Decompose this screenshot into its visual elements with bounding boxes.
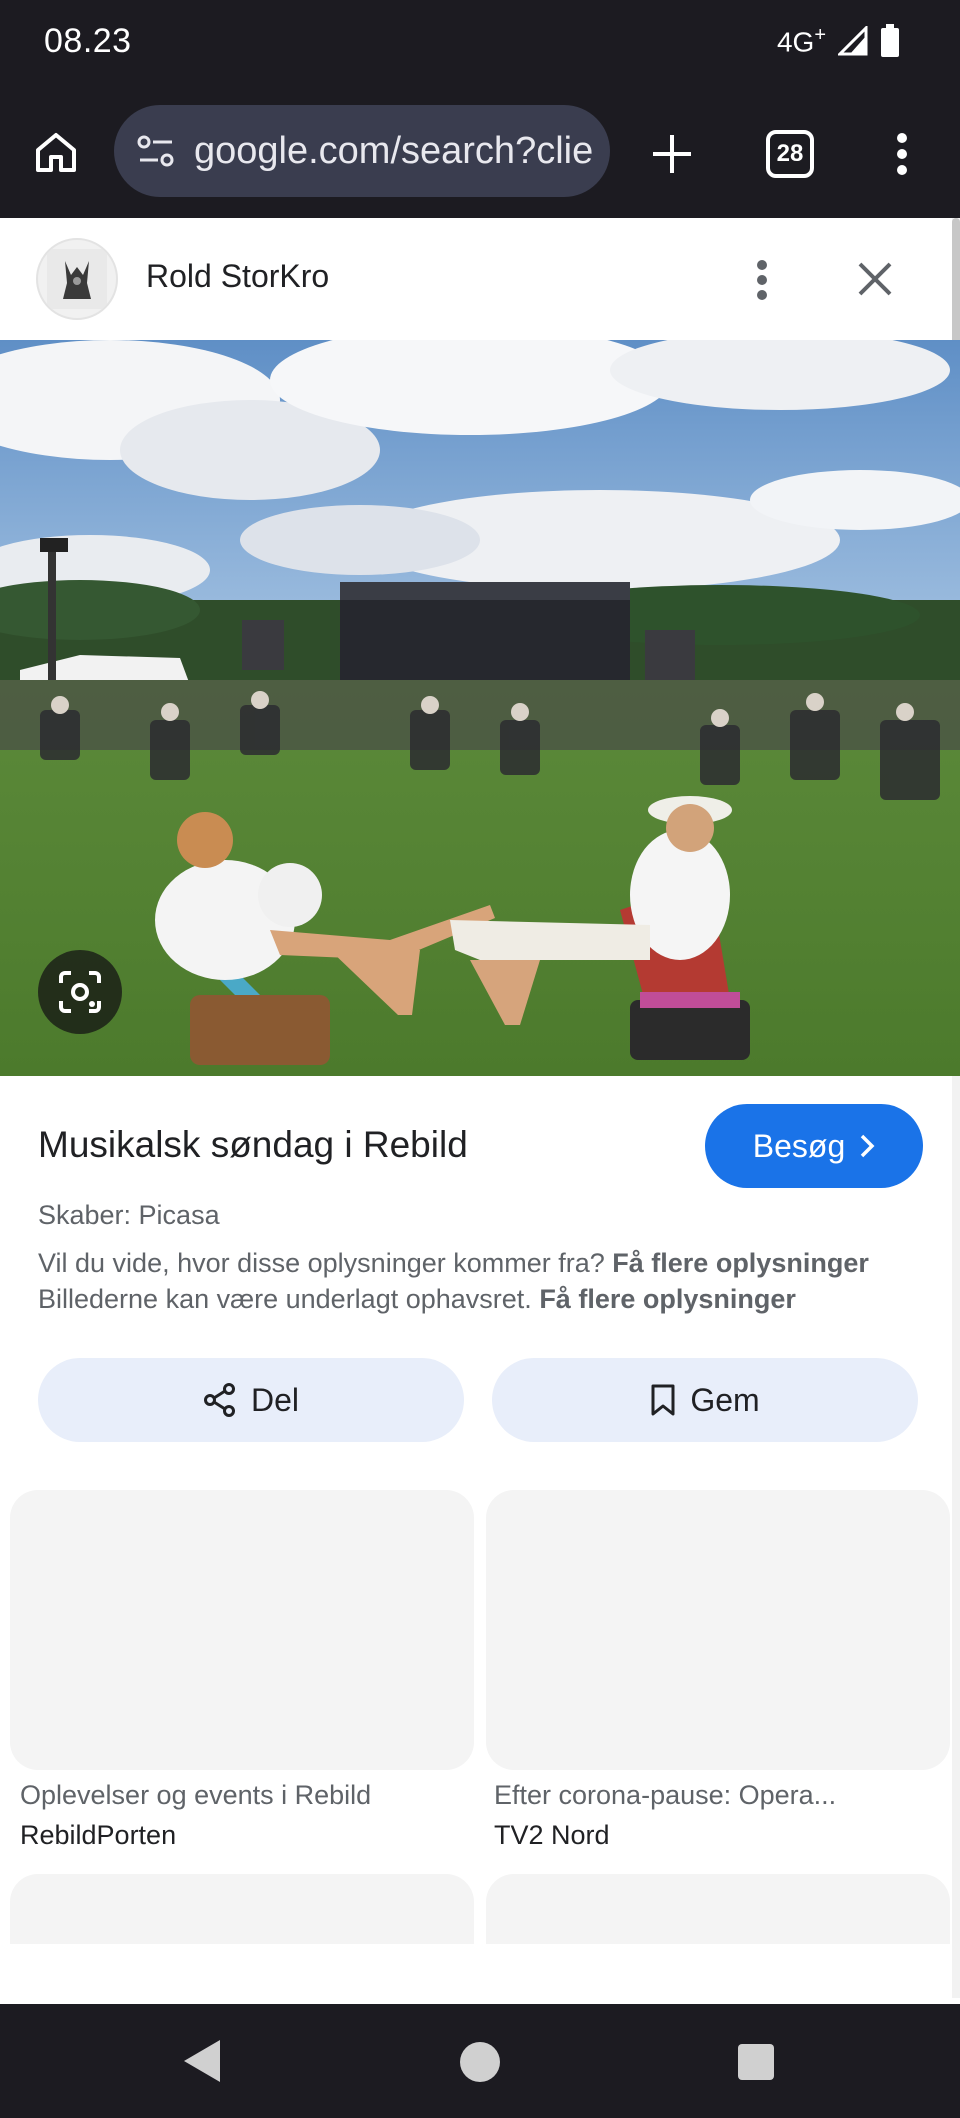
url-bar[interactable]: google.com/search?clie — [114, 105, 610, 197]
site-avatar — [36, 238, 118, 320]
recents-square-icon[interactable] — [738, 2044, 774, 2080]
new-tab-plus-icon — [653, 135, 691, 173]
new-tab-button[interactable] — [640, 122, 704, 186]
close-icon — [858, 262, 892, 296]
related-card-image[interactable] — [10, 1874, 474, 1944]
related-card-image[interactable] — [10, 1490, 474, 1770]
site-logo-icon — [47, 249, 107, 309]
source-info-text: Vil du vide, hvor disse oplysninger komm… — [38, 1248, 605, 1278]
more-options-button[interactable] — [742, 254, 782, 306]
related-card-source: RebildPorten — [20, 1820, 177, 1850]
overflow-menu-icon — [897, 133, 907, 175]
share-icon — [203, 1383, 235, 1417]
back-triangle-icon[interactable] — [182, 2038, 222, 2084]
network-type: 4G+ — [777, 24, 826, 58]
result-panel-header: Rold StorKro — [0, 218, 954, 340]
browser-toolbar: google.com/search?clie 28 — [0, 86, 960, 218]
share-button-label: Del — [250, 1381, 299, 1418]
source-info-line: Vil du vide, hvor disse oplysninger komm… — [38, 1248, 869, 1279]
lens-search-button[interactable] — [38, 950, 122, 1034]
visit-button-label: Besøg — [752, 1127, 846, 1164]
more-vert-icon — [757, 260, 767, 300]
source-info-link[interactable]: Få flere oplysninger — [612, 1248, 869, 1278]
related-card-source: TV2 Nord — [494, 1820, 610, 1850]
related-card-title[interactable]: Oplevelser og events i Rebild — [20, 1780, 371, 1811]
site-settings-icon[interactable] — [134, 129, 178, 173]
status-bar: 08.23 4G+ — [0, 0, 960, 86]
related-card-image[interactable] — [486, 1490, 950, 1770]
result-image[interactable] — [0, 340, 960, 1076]
home-icon — [36, 133, 76, 172]
tab-switcher-button[interactable]: 28 — [766, 130, 814, 178]
creator-text: Skaber: Picasa — [38, 1200, 220, 1230]
battery-icon — [881, 24, 899, 58]
overflow-menu-button[interactable] — [872, 122, 932, 186]
close-button[interactable] — [848, 252, 902, 306]
copyright-info-line: Billederne kan være underlagt ophavsret.… — [38, 1284, 796, 1315]
site-name[interactable]: Rold StorKro — [146, 258, 329, 295]
url-text: google.com/search?clie — [194, 129, 594, 172]
copyright-info-text: Billederne kan være underlagt ophavsret. — [38, 1284, 532, 1314]
bookmark-icon — [651, 1384, 675, 1416]
visit-button[interactable]: Besøg — [705, 1104, 923, 1188]
related-card-image[interactable] — [486, 1874, 950, 1944]
status-time: 08.23 — [44, 22, 132, 60]
status-indicators: 4G+ — [777, 24, 900, 58]
system-nav-bar — [0, 2004, 960, 2118]
related-card-title[interactable]: Efter corona-pause: Opera... — [494, 1780, 836, 1811]
home-button[interactable] — [28, 124, 84, 180]
concert-photo — [0, 340, 960, 1076]
save-button-label: Gem — [690, 1381, 760, 1418]
signal-icon — [838, 26, 868, 56]
network-label: 4G — [776, 26, 815, 58]
result-title: Musikalsk søndag i Rebild — [38, 1124, 468, 1165]
save-button[interactable]: Gem — [492, 1358, 918, 1442]
lens-search-icon — [59, 971, 101, 1013]
network-plus: + — [814, 24, 826, 46]
home-circle-icon[interactable] — [460, 2042, 500, 2082]
share-button[interactable]: Del — [38, 1358, 464, 1442]
chevron-right-icon — [860, 1134, 875, 1158]
copyright-info-link[interactable]: Få flere oplysninger — [539, 1284, 796, 1314]
